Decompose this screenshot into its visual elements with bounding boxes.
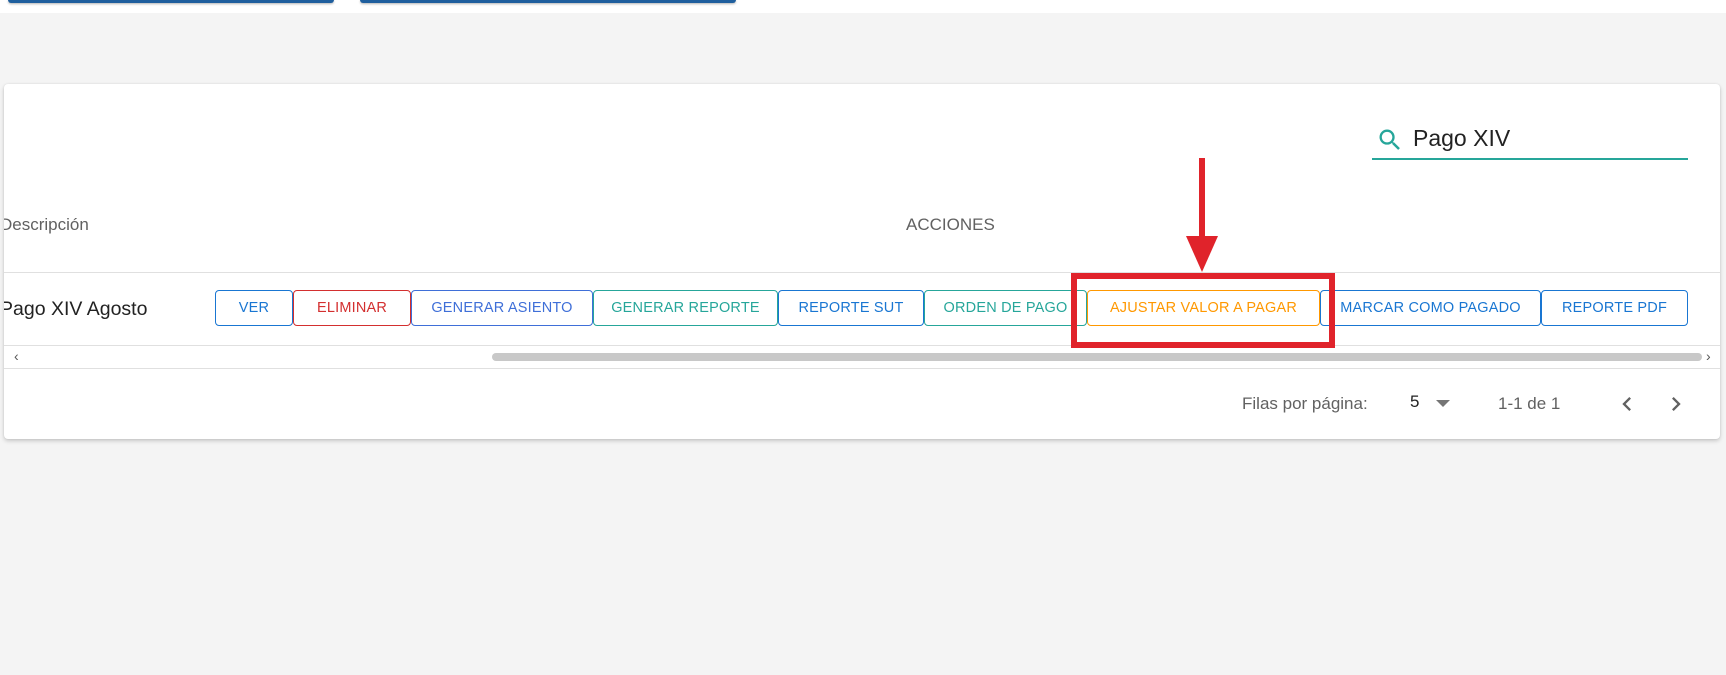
top-tab-1[interactable]	[8, 0, 334, 3]
row-divider	[4, 345, 1720, 346]
top-bar	[0, 0, 1726, 13]
next-page-icon[interactable]	[1662, 390, 1690, 418]
annotation-arrow	[1186, 158, 1218, 272]
chevron-down-icon[interactable]	[1436, 400, 1450, 407]
annotation-highlight-box	[1071, 273, 1335, 348]
footer-divider	[4, 368, 1720, 369]
table-footer: Filas por página: 5 1-1 de 1	[4, 370, 1720, 439]
column-header-descripcion[interactable]: Descripción	[4, 215, 89, 235]
scroll-left-icon[interactable]: ‹	[14, 348, 19, 364]
data-table-card: Descripción ACCIONES Pago XIV Agosto VER…	[4, 84, 1720, 439]
eliminar-button[interactable]: ELIMINAR	[293, 290, 411, 326]
rows-per-page-label: Filas por página:	[1242, 394, 1368, 413]
pagination-range: 1-1 de 1	[1498, 394, 1561, 413]
scroll-right-icon[interactable]: ›	[1706, 348, 1711, 364]
reporte-sut-button[interactable]: REPORTE SUT	[778, 290, 924, 326]
orden-de-pago-button[interactable]: ORDEN DE PAGO	[924, 290, 1087, 326]
header-divider	[4, 272, 1720, 273]
search-icon	[1379, 129, 1400, 150]
search-input[interactable]	[1413, 122, 1673, 154]
top-tab-2[interactable]	[360, 0, 736, 3]
marcar-como-pagado-button[interactable]: MARCAR COMO PAGADO	[1320, 290, 1541, 326]
search-field[interactable]	[1372, 118, 1688, 160]
ver-button[interactable]: VER	[215, 290, 293, 326]
column-header-acciones: ACCIONES	[906, 215, 995, 234]
horizontal-scrollbar[interactable]: ‹ ›	[4, 348, 1720, 368]
rows-per-page-select[interactable]: 5	[1410, 392, 1419, 412]
generar-asiento-button[interactable]: GENERAR ASIENTO	[411, 290, 593, 326]
previous-page-icon[interactable]	[1613, 390, 1641, 418]
table-cell-descripcion: Pago XIV Agosto	[4, 298, 148, 320]
reporte-pdf-button[interactable]: REPORTE PDF	[1541, 290, 1688, 326]
scrollbar-thumb[interactable]	[492, 353, 1702, 361]
generar-reporte-button[interactable]: GENERAR REPORTE	[593, 290, 778, 326]
